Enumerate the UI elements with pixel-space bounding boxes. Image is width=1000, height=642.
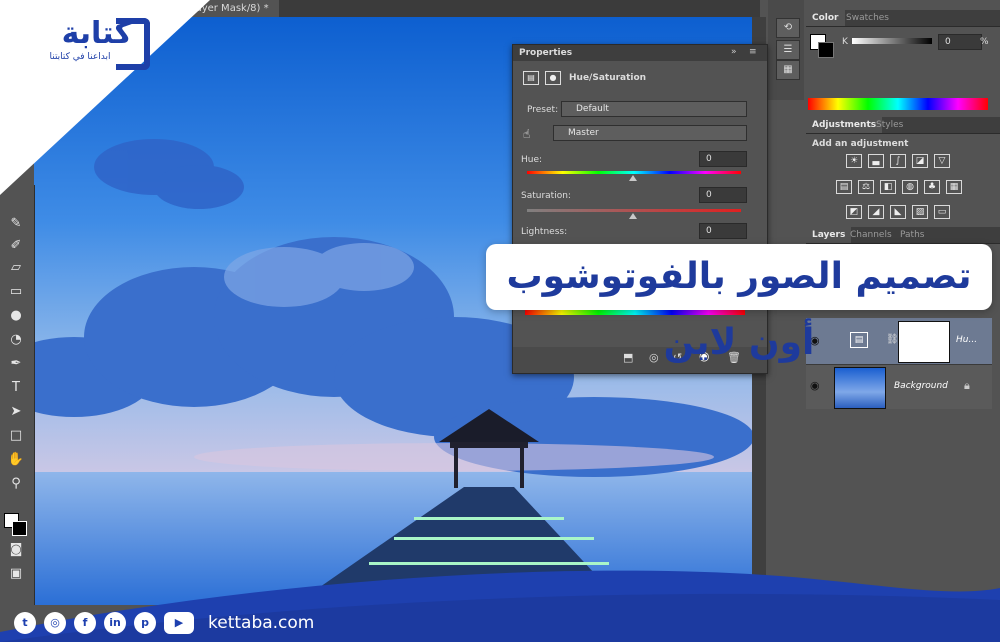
brightness-icon[interactable]: ☀ bbox=[846, 154, 862, 168]
channel-label: K bbox=[842, 37, 848, 47]
color-spectrum-bar[interactable] bbox=[808, 98, 988, 110]
history-panel-icon[interactable]: ⟲ bbox=[776, 18, 800, 38]
tab-styles[interactable]: Styles bbox=[870, 117, 909, 133]
unit-label: % bbox=[980, 37, 989, 47]
linkedin-icon[interactable]: in bbox=[104, 612, 126, 634]
black-white-icon[interactable]: ◧ bbox=[880, 180, 896, 194]
k-slider[interactable] bbox=[852, 38, 932, 44]
hue-saturation-icon: ▤ bbox=[523, 71, 539, 85]
blur-icon[interactable]: ● bbox=[6, 307, 26, 325]
lightness-value-field[interactable]: 0 bbox=[699, 223, 747, 239]
view-previous-icon[interactable]: ◎ bbox=[649, 351, 659, 364]
mask-icon[interactable]: ● bbox=[545, 71, 561, 85]
add-adjustment-heading: Add an adjustment bbox=[812, 139, 909, 149]
properties-title: Properties bbox=[519, 48, 573, 58]
adjustment-layer-icon: ▤ bbox=[850, 332, 868, 348]
adjustment-type: Hue/Saturation bbox=[569, 73, 647, 83]
clip-to-layer-icon[interactable]: ⬒ bbox=[623, 351, 633, 364]
logo-subtitle: ابداعنا في كتابتنا bbox=[49, 52, 111, 62]
background-color-swatch[interactable] bbox=[12, 521, 27, 536]
path-select-icon[interactable]: ➤ bbox=[6, 403, 26, 421]
saturation-slider[interactable] bbox=[527, 209, 741, 212]
history-brush-icon[interactable]: ✐ bbox=[6, 237, 26, 255]
saturation-value-field[interactable]: 0 bbox=[699, 187, 747, 203]
youtube-icon[interactable]: ▶ bbox=[164, 612, 194, 634]
tab-paths[interactable]: Paths bbox=[894, 227, 930, 243]
facebook-icon[interactable]: f bbox=[74, 612, 96, 634]
selective-color-icon[interactable]: ▨ bbox=[912, 205, 928, 219]
photo-filter-icon[interactable]: ◍ bbox=[902, 180, 918, 194]
logo-mark bbox=[116, 18, 150, 70]
color-background-swatch[interactable] bbox=[818, 42, 834, 58]
chain-link-icon[interactable]: ⛓ bbox=[886, 334, 899, 345]
shape-icon[interactable]: □ bbox=[6, 427, 26, 445]
eraser-icon[interactable]: ▱ bbox=[6, 259, 26, 277]
website-url[interactable]: kettaba.com bbox=[208, 613, 314, 633]
preset-label: Preset: bbox=[527, 105, 559, 115]
layer-mask-thumbnail[interactable] bbox=[898, 321, 950, 363]
visibility-eye-icon[interactable]: ◉ bbox=[810, 379, 820, 392]
curves-icon[interactable]: ∫ bbox=[890, 154, 906, 168]
layer-name[interactable]: Hu... bbox=[956, 335, 977, 345]
lightness-label: Lightness: bbox=[521, 227, 568, 237]
type-icon[interactable]: T bbox=[6, 379, 26, 397]
article-title: تصميم الصور بالفوتوشوب أون لاين bbox=[506, 256, 972, 363]
posterize-icon[interactable]: ◢ bbox=[868, 205, 884, 219]
exposure-icon[interactable]: ◪ bbox=[912, 154, 928, 168]
tab-swatches[interactable]: Swatches bbox=[840, 10, 895, 26]
invert-icon[interactable]: ◩ bbox=[846, 205, 862, 219]
channel-mixer-icon[interactable]: ♣ bbox=[924, 180, 940, 194]
title-banner: تصميم الصور بالفوتوشوب أون لاين bbox=[486, 244, 992, 363]
k-value-field[interactable]: 0 bbox=[938, 34, 982, 50]
saturation-label: Saturation: bbox=[521, 191, 571, 201]
preset-dropdown[interactable]: Default bbox=[561, 101, 747, 117]
tab-channels[interactable]: Channels bbox=[844, 227, 898, 243]
screen-mode-icon[interactable]: ▣ bbox=[6, 565, 26, 583]
hue-saturation-icon[interactable]: ▤ bbox=[836, 180, 852, 194]
vibrance-icon[interactable]: ▽ bbox=[934, 154, 950, 168]
targeted-adjust-hand-icon[interactable]: ☝ bbox=[523, 127, 530, 141]
levels-icon[interactable]: ▃ bbox=[868, 154, 884, 168]
twitter-icon[interactable]: t bbox=[14, 612, 36, 634]
pinterest-icon[interactable]: p bbox=[134, 612, 156, 634]
lock-icon: 🔒︎ bbox=[964, 379, 970, 392]
zoom-icon[interactable]: ⚲ bbox=[6, 475, 26, 493]
color-balance-icon[interactable]: ⚖ bbox=[858, 180, 874, 194]
dodge-icon[interactable]: ◔ bbox=[6, 331, 26, 349]
logo-text: كتابة bbox=[61, 16, 132, 51]
layer-thumbnail bbox=[834, 367, 886, 409]
hue-value-field[interactable]: 0 bbox=[699, 151, 747, 167]
hand-icon[interactable]: ✋ bbox=[6, 451, 26, 469]
layer-name[interactable]: Background bbox=[894, 381, 948, 391]
info-panel-icon[interactable]: ▦ bbox=[776, 60, 800, 80]
tools-panel: ✎ ✐ ▱ ▭ ● ◔ ✒ T ➤ □ ✋ ⚲ ◙ ▣ bbox=[0, 185, 35, 605]
gradient-icon[interactable]: ▭ bbox=[6, 283, 26, 301]
color-lookup-icon[interactable]: ▦ bbox=[946, 180, 962, 194]
properties-panel-icon[interactable]: ☰ bbox=[776, 40, 800, 60]
channel-dropdown[interactable]: Master bbox=[553, 125, 747, 141]
panel-menu-icon[interactable]: ≡ bbox=[749, 47, 757, 57]
threshold-icon[interactable]: ◣ bbox=[890, 205, 906, 219]
brush-icon[interactable]: ✎ bbox=[6, 215, 26, 233]
hue-label: Hue: bbox=[521, 155, 543, 165]
layer-row[interactable]: ◉ Background 🔒︎ bbox=[806, 364, 992, 409]
quick-mask-icon[interactable]: ◙ bbox=[6, 541, 26, 559]
gradient-map-icon[interactable]: ▭ bbox=[934, 205, 950, 219]
pen-icon[interactable]: ✒ bbox=[6, 355, 26, 373]
hue-slider-thumb[interactable] bbox=[629, 175, 637, 181]
saturation-slider-thumb[interactable] bbox=[629, 213, 637, 219]
hue-slider[interactable] bbox=[527, 171, 741, 174]
collapse-icon[interactable]: » bbox=[731, 47, 737, 57]
layer-row[interactable]: ◉ ▤ ⛓ Hu... bbox=[806, 318, 992, 364]
instagram-icon[interactable]: ◎ bbox=[44, 612, 66, 634]
tab-color[interactable]: Color bbox=[806, 10, 845, 26]
